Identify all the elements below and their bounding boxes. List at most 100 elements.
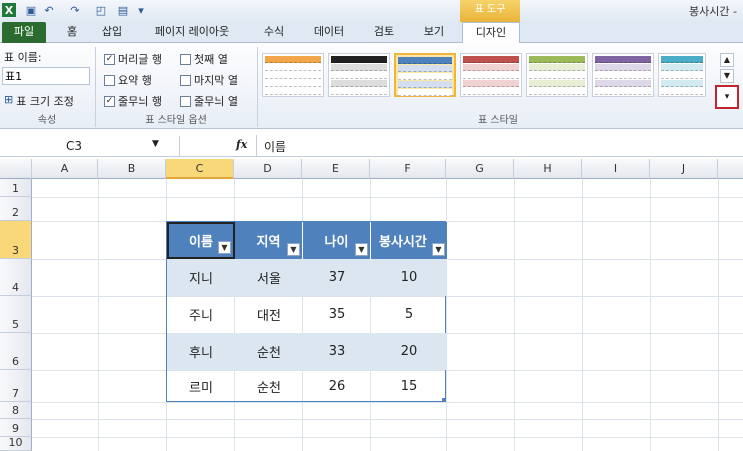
row-header[interactable]: 4 xyxy=(0,259,32,296)
table-cell[interactable]: 서울 xyxy=(235,259,303,296)
print-preview-icon[interactable]: ◰ xyxy=(94,3,108,17)
row-header[interactable]: 9 xyxy=(0,419,32,437)
row-header[interactable]: 5 xyxy=(0,296,32,333)
redo-icon[interactable]: ↷ xyxy=(68,3,82,17)
table-cell[interactable]: 33 xyxy=(303,333,371,370)
title-bar: X ▣ ↶ ↷ ◰ ▤ ▾ 표 도구 봉사시간 - xyxy=(0,0,743,22)
ribbon-tab-bar: 파일 홈 삽입 페이지 레이아웃 수식 데이터 검토 보기 디자인 xyxy=(0,22,743,44)
table-cell[interactable]: 20 xyxy=(371,333,447,370)
table-style-swatch[interactable] xyxy=(592,53,654,97)
filter-dropdown-icon[interactable]: ▼ xyxy=(218,241,231,254)
row-header[interactable]: 1 xyxy=(0,179,32,197)
tab-design[interactable]: 디자인 xyxy=(462,22,520,44)
tab-insert[interactable]: 삽입 xyxy=(92,22,132,43)
table-style-swatch[interactable] xyxy=(526,53,588,97)
gallery-scroll-up-icon[interactable]: ▲ xyxy=(720,53,734,67)
row-header[interactable]: 2 xyxy=(0,197,32,221)
tab-review[interactable]: 검토 xyxy=(362,22,406,43)
table-tools-header: 표 도구 xyxy=(460,0,520,22)
table-cell[interactable]: 대전 xyxy=(235,296,303,333)
table-header-cell[interactable]: 봉사시간 ▼ xyxy=(371,222,447,259)
gallery-scroll-down-icon[interactable]: ▼ xyxy=(720,69,734,83)
row-header-selected[interactable]: 3 xyxy=(0,221,32,259)
column-header[interactable]: I xyxy=(582,159,650,179)
column-header[interactable]: F xyxy=(370,159,446,179)
banded-rows-checkbox[interactable]: ✓ 줄무늬 행 xyxy=(104,93,162,109)
table-style-swatch[interactable] xyxy=(262,53,324,97)
table-style-swatch-selected[interactable] xyxy=(394,53,456,97)
table-header-cell[interactable]: 이름 ▼ xyxy=(167,222,235,259)
formula-bar: C3 ▼ fx 이름 xyxy=(0,135,743,157)
table-cell[interactable]: 37 xyxy=(303,259,371,296)
table-cell[interactable]: 순천 xyxy=(235,370,303,402)
filter-dropdown-icon[interactable]: ▼ xyxy=(432,243,445,256)
grid-line xyxy=(582,179,583,451)
table-style-swatch[interactable] xyxy=(658,53,706,97)
banded-columns-checkbox[interactable]: 줄무늬 열 xyxy=(180,93,238,109)
table-name-input[interactable] xyxy=(2,67,90,85)
gallery-more-icon: ▾ xyxy=(724,92,730,102)
table-cell[interactable]: 35 xyxy=(303,296,371,333)
select-all-corner[interactable] xyxy=(0,159,32,179)
grid-line xyxy=(514,179,515,451)
tab-data[interactable]: 데이터 xyxy=(304,22,354,43)
table-style-swatch[interactable] xyxy=(328,53,390,97)
undo-icon[interactable]: ↶ xyxy=(42,3,56,17)
row-header[interactable]: 6 xyxy=(0,333,32,370)
last-column-checkbox[interactable]: 마지막 열 xyxy=(180,72,238,88)
table-cell[interactable]: 10 xyxy=(371,259,447,296)
table-cell[interactable]: 르미 xyxy=(167,370,235,402)
first-column-checkbox[interactable]: 첫째 열 xyxy=(180,51,228,67)
excel-icon: X xyxy=(2,3,16,17)
grid-line xyxy=(32,402,743,403)
resize-table-icon: ⊞ xyxy=(4,93,14,106)
row-header[interactable]: 7 xyxy=(0,370,32,402)
customize-qat-icon[interactable]: ▾ xyxy=(134,3,148,17)
resize-table-button[interactable]: ⊞ 표 크기 조정 xyxy=(4,93,74,109)
tab-page-layout[interactable]: 페이지 레이아웃 xyxy=(136,22,248,43)
camera-icon[interactable]: ▤ xyxy=(116,3,130,17)
name-box-dropdown-icon[interactable]: ▼ xyxy=(152,139,159,149)
total-row-checkbox[interactable]: 요약 행 xyxy=(104,72,152,88)
table-header-cell[interactable]: 나이 ▼ xyxy=(303,222,371,259)
ribbon: 표 이름: ⊞ 표 크기 조정 속성 ✓머리글 행 첫째 열 요약 행 마지막 … xyxy=(0,43,743,129)
row-header[interactable]: 8 xyxy=(0,402,32,419)
gallery-more-button[interactable]: ▾ xyxy=(715,85,739,109)
table-cell[interactable]: 순천 xyxy=(235,333,303,370)
fx-icon[interactable]: fx xyxy=(236,138,247,151)
table-cell[interactable]: 후니 xyxy=(167,333,235,370)
table-cell[interactable]: 지니 xyxy=(167,259,235,296)
filter-dropdown-icon[interactable]: ▼ xyxy=(355,243,368,256)
column-header[interactable]: G xyxy=(446,159,514,179)
name-box[interactable]: C3 ▼ xyxy=(0,136,180,156)
table-header-cell[interactable]: 지역 ▼ xyxy=(235,222,303,259)
grid-line xyxy=(32,437,743,438)
table-cell[interactable]: 5 xyxy=(371,296,447,333)
table-cell[interactable]: 26 xyxy=(303,370,371,402)
table-cell[interactable]: 15 xyxy=(371,370,447,402)
table-cell[interactable]: 주니 xyxy=(167,296,235,333)
column-header[interactable]: D xyxy=(234,159,302,179)
formula-divider xyxy=(256,135,257,157)
grid-line xyxy=(32,419,743,420)
grid-line xyxy=(32,197,743,198)
table-style-swatch[interactable] xyxy=(460,53,522,97)
table-resize-handle[interactable] xyxy=(442,398,446,402)
row-header[interactable]: 10 xyxy=(0,436,32,451)
column-header-selected[interactable]: C xyxy=(166,159,234,179)
save-icon[interactable]: ▣ xyxy=(24,3,38,17)
tab-home[interactable]: 홈 xyxy=(54,22,90,43)
formula-input[interactable]: 이름 xyxy=(264,138,286,155)
grid-line xyxy=(98,179,99,451)
column-header[interactable]: E xyxy=(302,159,370,179)
column-header-row: A B C D E F G H I J xyxy=(0,159,743,179)
header-row-checkbox[interactable]: ✓ 머리글 행 xyxy=(104,51,162,67)
filter-dropdown-icon[interactable]: ▼ xyxy=(287,243,300,256)
column-header[interactable]: J xyxy=(650,159,718,179)
tab-view[interactable]: 보기 xyxy=(412,22,456,43)
column-header[interactable]: B xyxy=(98,159,166,179)
tab-formulas[interactable]: 수식 xyxy=(252,22,296,43)
column-header[interactable]: A xyxy=(32,159,98,179)
column-header[interactable]: H xyxy=(514,159,582,179)
tab-file[interactable]: 파일 xyxy=(2,22,46,43)
